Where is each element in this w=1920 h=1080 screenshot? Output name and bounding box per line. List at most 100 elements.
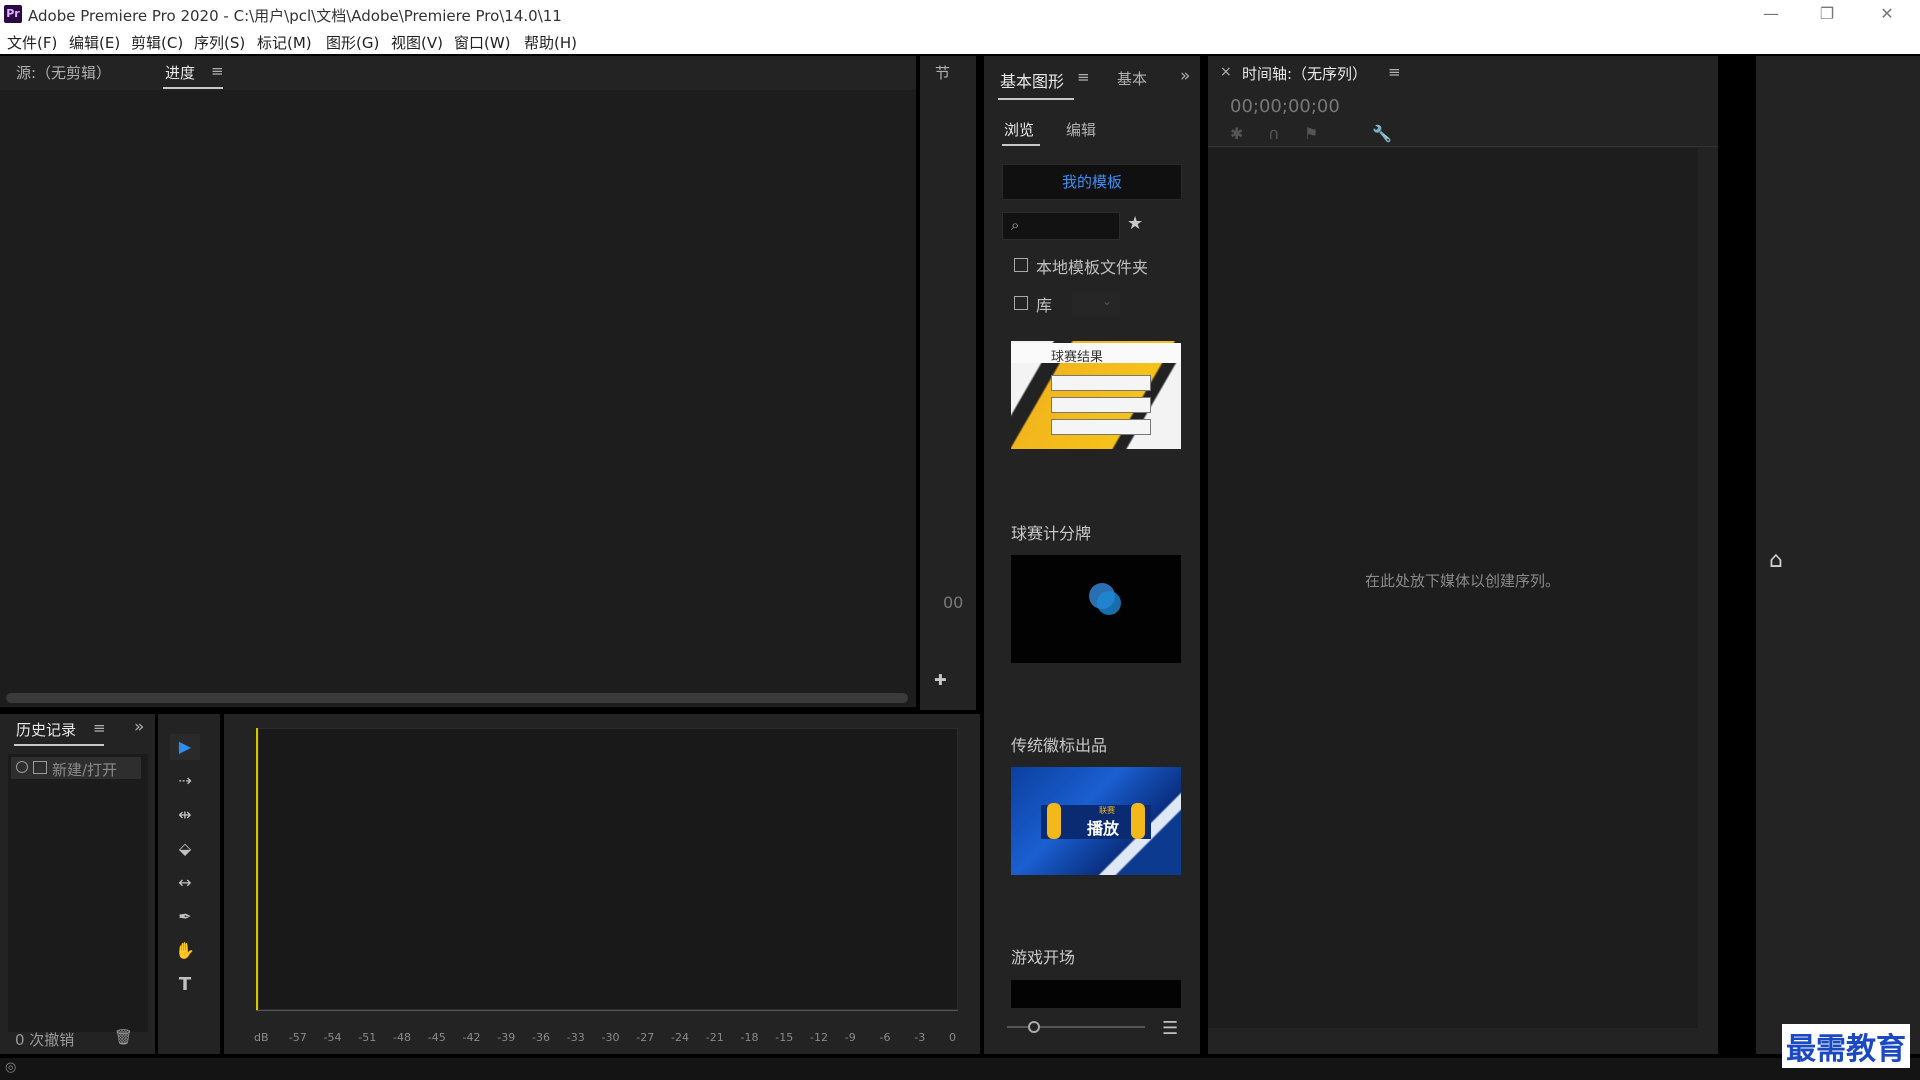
template-search-input[interactable]: ⌕ xyxy=(1002,212,1120,240)
timeline-menu-icon[interactable]: ≡ xyxy=(1388,63,1401,81)
history-circle-icon xyxy=(16,761,28,773)
tab-essential-graphics[interactable]: 基本图形 xyxy=(1000,68,1064,92)
list-view-icon[interactable]: ☰ xyxy=(1162,1018,1178,1039)
timeline-divider xyxy=(1208,146,1718,147)
audio-meter-panel: dB -57 -54 -51 -48 -45 -42 -39 -36 -33 -30 -27 -24 -2… xyxy=(224,714,980,1054)
pen-tool-icon[interactable]: ✒ xyxy=(170,904,200,930)
menu-edit[interactable]: 编辑(E) xyxy=(69,32,120,53)
thumbnail-3-title: 播放 xyxy=(1087,819,1120,838)
restore-button[interactable]: ❐ xyxy=(1804,0,1850,28)
tab-edit[interactable]: 编辑 xyxy=(1066,119,1096,140)
timecode[interactable]: 00;00;00;00 xyxy=(1230,96,1340,117)
window-title: Adobe Premiere Pro 2020 - C:\用户\pcl\文档\A… xyxy=(28,7,562,25)
meter-tick-label: 0 xyxy=(949,1031,956,1044)
template-label-3: 传统徽标出品 xyxy=(1011,736,1108,755)
meter-tick-label: -27 xyxy=(636,1031,655,1044)
narrow-panel-value: 00 xyxy=(943,593,964,612)
thumbnail-1-row xyxy=(1051,375,1151,391)
meter-tick-label: -57 xyxy=(288,1031,307,1044)
meter-tick-label: -6 xyxy=(879,1031,891,1044)
menu-marker[interactable]: 标记(M) xyxy=(257,32,312,53)
thumbnail-3-left-trophy xyxy=(1047,803,1061,839)
my-templates-button[interactable]: 我的模板 xyxy=(1002,164,1182,200)
trash-icon[interactable]: 🗑 xyxy=(114,1028,133,1046)
source-panel-header: 源:（无剪辑） 进度 ≡ xyxy=(0,56,916,90)
hand-tool-icon[interactable]: ✋ xyxy=(170,938,200,964)
template-label-4: 游戏开场 xyxy=(1011,948,1076,967)
library-checkbox[interactable] xyxy=(1014,296,1028,310)
meter-tick-label: -3 xyxy=(914,1031,926,1044)
razor-tool-icon[interactable]: ⬙ xyxy=(170,836,200,862)
type-tool-icon[interactable]: T xyxy=(170,972,200,998)
template-thumbnail-3[interactable]: 联赛 播放 xyxy=(1011,767,1181,875)
meter-tick-label: -42 xyxy=(462,1031,481,1044)
menu-bar: 文件(F) 编辑(E) 剪辑(C) 序列(S) 标记(M) 图形(G) 视图(V… xyxy=(0,28,1920,54)
star-icon[interactable]: ★ xyxy=(1127,213,1143,234)
active-tab-underline xyxy=(163,87,223,89)
tab-narrow[interactable]: 节 xyxy=(935,62,950,83)
meter-tick-label: -30 xyxy=(601,1031,620,1044)
linked-selection-icon[interactable]: ∩ xyxy=(1268,124,1280,143)
status-icon: ◎ xyxy=(5,1060,17,1075)
selection-tool-icon[interactable]: ▶ xyxy=(170,734,200,760)
wrench-icon[interactable]: 🔧 xyxy=(1372,124,1392,143)
tab-timeline[interactable]: 时间轴:（无序列） xyxy=(1242,63,1367,84)
meter-tick-label: -36 xyxy=(532,1031,550,1044)
watermark: 最需教育 xyxy=(1782,1024,1910,1068)
history-tab-underline xyxy=(14,744,104,746)
graphics-expand-icon[interactable]: » xyxy=(1180,66,1190,86)
history-menu-icon[interactable]: ≡ xyxy=(93,719,106,737)
add-icon[interactable]: ✚ xyxy=(934,671,947,689)
timeline-panel: × 时间轴:（无序列） ≡ 00;00;00;00 ✱ ∩ ⚑ 🔧 在此处放下媒… xyxy=(1208,56,1718,1054)
history-panel: 历史记录 ≡ » 新建/打开 0 次撤销 🗑 xyxy=(0,714,155,1054)
home-icon[interactable]: ⌂ xyxy=(1769,548,1783,573)
zoom-slider-handle[interactable] xyxy=(1028,1021,1040,1033)
meter-tick-label: -54 xyxy=(323,1031,342,1044)
local-folder-checkbox[interactable] xyxy=(1014,258,1028,272)
close-timeline-icon[interactable]: × xyxy=(1220,64,1232,80)
graphics-menu-icon[interactable]: ≡ xyxy=(1077,68,1090,86)
menu-graphics[interactable]: 图形(G) xyxy=(326,32,379,53)
tab-browse[interactable]: 浏览 xyxy=(1004,119,1034,140)
thumbnail-3-right-trophy xyxy=(1131,803,1145,839)
menu-file[interactable]: 文件(F) xyxy=(7,32,57,53)
minimize-button[interactable]: — xyxy=(1748,0,1794,28)
slip-tool-icon[interactable]: ↔ xyxy=(170,870,200,896)
tab-essential-sound[interactable]: 基本 xyxy=(1117,68,1147,89)
library-dropdown[interactable]: ⌄ xyxy=(1072,292,1120,316)
document-icon xyxy=(33,761,47,774)
menu-view[interactable]: 视图(V) xyxy=(391,32,443,53)
tab-history[interactable]: 历史记录 xyxy=(16,719,76,740)
graphics-tab-underline xyxy=(998,98,1074,100)
meter-tick-label: -51 xyxy=(358,1031,377,1044)
template-thumbnail-2[interactable] xyxy=(1011,555,1181,663)
expand-panels-icon[interactable]: » xyxy=(134,717,144,737)
history-item-label: 新建/打开 xyxy=(52,761,118,779)
meter-tick-label: dB xyxy=(254,1031,269,1044)
marker-icon[interactable]: ⚑ xyxy=(1304,124,1318,143)
track-select-tool-icon[interactable]: ⇢ xyxy=(170,768,200,794)
history-item[interactable]: 新建/打开 xyxy=(11,757,141,779)
source-monitor xyxy=(0,90,916,707)
chevron-down-icon: ⌄ xyxy=(1102,294,1113,308)
menu-sequence[interactable]: 序列(S) xyxy=(194,32,245,53)
tab-source[interactable]: 源:（无剪辑） xyxy=(16,62,111,83)
snap-icon[interactable]: ✱ xyxy=(1230,124,1243,143)
menu-window[interactable]: 窗口(W) xyxy=(454,32,511,53)
template-thumbnail-1[interactable]: 球赛结果 xyxy=(1011,341,1181,449)
ripple-edit-tool-icon[interactable]: ⇹ xyxy=(170,802,200,828)
menu-help[interactable]: 帮助(H) xyxy=(524,32,577,53)
source-scrollbar[interactable] xyxy=(6,693,908,703)
close-window-button[interactable]: ✕ xyxy=(1864,0,1910,28)
menu-clip[interactable]: 剪辑(C) xyxy=(131,32,183,53)
thumbnail-2-circle xyxy=(1097,591,1121,615)
meter-tick-label: -45 xyxy=(427,1031,446,1044)
panel-menu-icon[interactable]: ≡ xyxy=(211,62,224,80)
meter-baseline xyxy=(256,1010,958,1011)
meter-tick-label: -9 xyxy=(844,1031,856,1044)
history-list: 新建/打开 xyxy=(8,754,148,1032)
tools-panel: ▶ ⇢ ⇹ ⬙ ↔ ✒ ✋ T xyxy=(158,714,220,1054)
template-thumbnail-4[interactable] xyxy=(1011,980,1181,1008)
meter-tick-label: -33 xyxy=(566,1031,585,1044)
tab-progress[interactable]: 进度 xyxy=(165,62,195,83)
